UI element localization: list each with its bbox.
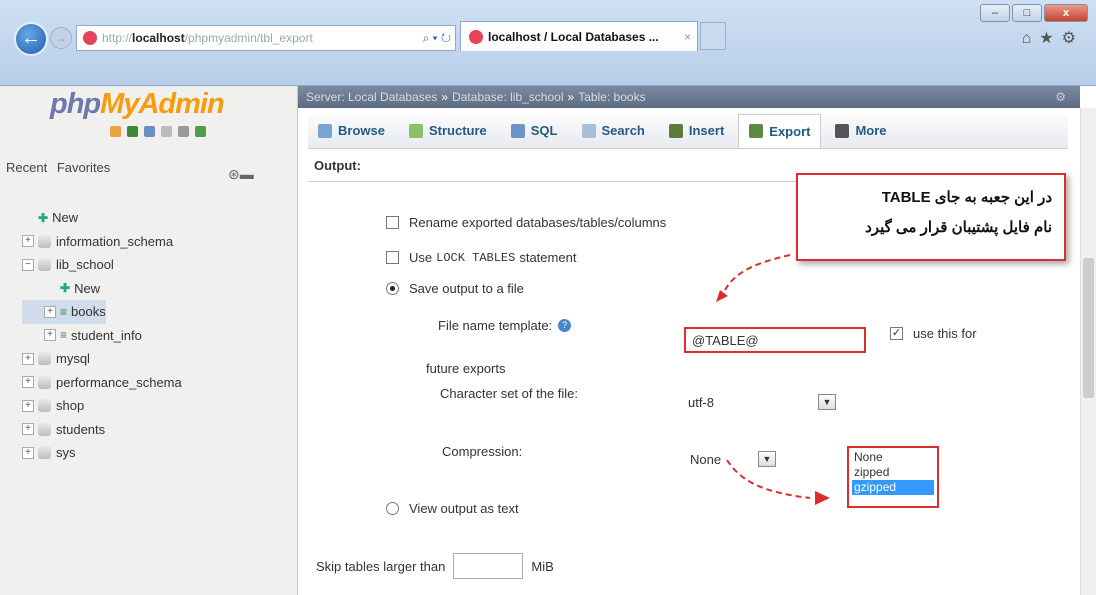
arrow-to-dropdown (726, 459, 811, 499)
arrow-to-filename (723, 254, 791, 293)
callout-line-1: در این جعبه به جای TABLE (881, 189, 1052, 206)
annotation-callout: در این جعبه به جای TABLE نام فایل پشتیبا… (796, 173, 1066, 261)
callout-line-2: نام فایل پشتیبان قرار می گیرد (865, 219, 1052, 236)
annotation-arrows (716, 254, 830, 505)
arrow-head-icon (716, 290, 728, 302)
arrow-head-icon (815, 491, 830, 505)
